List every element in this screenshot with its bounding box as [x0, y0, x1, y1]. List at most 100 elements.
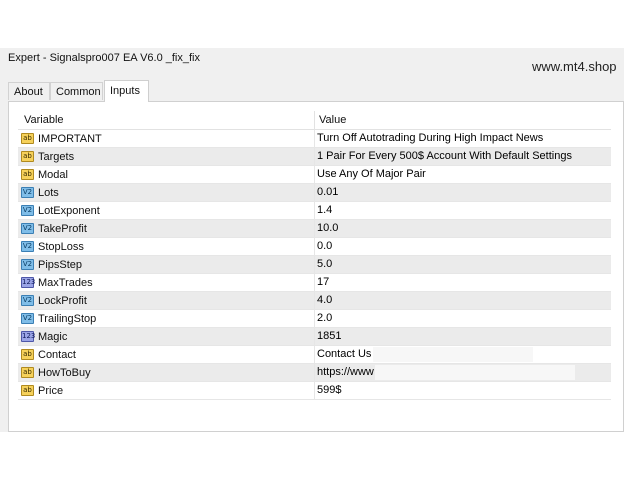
- table-header: Variable Value: [18, 111, 611, 130]
- table-row[interactable]: V2 Lots 0.01: [18, 184, 611, 202]
- variable-cell[interactable]: ab Contact: [18, 346, 315, 363]
- double-param-icon: V2: [21, 241, 34, 252]
- variable-cell[interactable]: ab Modal: [18, 166, 315, 183]
- variable-name: Modal: [38, 168, 68, 181]
- table-row[interactable]: V2 TakeProfit 10.0: [18, 220, 611, 238]
- value-text: Contact Us: [317, 348, 372, 360]
- variable-cell[interactable]: ab HowToBuy: [18, 364, 315, 381]
- double-param-icon: V2: [21, 223, 34, 234]
- table-row[interactable]: V2 StopLoss 0.0: [18, 238, 611, 256]
- value-text: 599$: [317, 384, 342, 396]
- value-cell[interactable]: 0.01: [315, 184, 611, 201]
- table-row[interactable]: 123 Magic 1851: [18, 328, 611, 346]
- value-text: 2.0: [317, 312, 333, 324]
- variable-cell[interactable]: V2 TakeProfit: [18, 220, 315, 237]
- double-param-icon: V2: [21, 205, 34, 216]
- string-param-icon: ab: [21, 367, 34, 378]
- table-body: ab IMPORTANT Turn Off Autotrading During H…: [18, 130, 611, 400]
- expert-properties-window: Expert - Signalspro007 EA V6.0 _fix_fix …: [0, 48, 624, 432]
- double-param-icon: V2: [21, 259, 34, 270]
- table-row[interactable]: ab Modal Use Any Of Major Pair: [18, 166, 611, 184]
- variable-name: Targets: [38, 150, 75, 163]
- string-param-icon: ab: [21, 349, 34, 360]
- value-cell[interactable]: 17: [315, 274, 611, 291]
- table-row[interactable]: V2 PipsStep 5.0: [18, 256, 611, 274]
- table-row[interactable]: ab HowToBuy https://www: [18, 364, 611, 382]
- variable-name: Contact: [38, 348, 76, 361]
- value-cell[interactable]: 599$: [315, 382, 611, 399]
- page-background: [0, 0, 640, 48]
- string-param-icon: ab: [21, 385, 34, 396]
- value-text: 1.4: [317, 204, 333, 216]
- table-row[interactable]: V2 TrailingStop 2.0: [18, 310, 611, 328]
- double-param-icon: V2: [21, 187, 34, 198]
- value-cell[interactable]: 10.0: [315, 220, 611, 237]
- value-text: https://www: [317, 366, 374, 378]
- table-row[interactable]: ab IMPORTANT Turn Off Autotrading During H…: [18, 130, 611, 148]
- value-cell[interactable]: 1.4: [315, 202, 611, 219]
- variable-name: LotExponent: [38, 204, 100, 217]
- variable-name: StopLoss: [38, 240, 84, 253]
- string-param-icon: ab: [21, 133, 34, 144]
- table-row[interactable]: V2 LotExponent 1.4: [18, 202, 611, 220]
- tab-about[interactable]: About: [8, 82, 50, 100]
- variable-name: MaxTrades: [38, 276, 93, 289]
- value-text: 0.0: [317, 240, 333, 252]
- window-title: Expert - Signalspro007 EA V6.0 _fix_fix: [8, 52, 200, 64]
- variable-cell[interactable]: 123 Magic: [18, 328, 315, 345]
- table-row[interactable]: ab Price 599$: [18, 382, 611, 400]
- variable-cell[interactable]: V2 LockProfit: [18, 292, 315, 309]
- value-text: 1851: [317, 330, 342, 342]
- value-text: Use Any Of Major Pair: [317, 168, 426, 180]
- variable-cell[interactable]: ab Targets: [18, 148, 315, 165]
- inputs-panel: Variable Value ab IMPORTANT Turn Off Autot…: [8, 101, 624, 432]
- variable-name: TakeProfit: [38, 222, 87, 235]
- tab-inputs[interactable]: Inputs: [104, 80, 149, 102]
- variable-cell[interactable]: ab Price: [18, 382, 315, 399]
- string-param-icon: ab: [21, 169, 34, 180]
- integer-param-icon: 123: [21, 331, 36, 342]
- double-param-icon: V2: [21, 295, 34, 306]
- value-text: 5.0: [317, 258, 333, 270]
- tab-common[interactable]: Common: [50, 82, 103, 100]
- column-header-value[interactable]: Value: [315, 111, 346, 129]
- table-row[interactable]: 123 MaxTrades 17: [18, 274, 611, 292]
- inputs-table: Variable Value ab IMPORTANT Turn Off Autot…: [18, 111, 611, 400]
- variable-cell[interactable]: V2 PipsStep: [18, 256, 315, 273]
- variable-name: IMPORTANT: [38, 132, 102, 145]
- variable-cell[interactable]: V2 StopLoss: [18, 238, 315, 255]
- value-text: 4.0: [317, 294, 333, 306]
- string-param-icon: ab: [21, 151, 34, 162]
- table-row[interactable]: ab Targets 1 Pair For Every 500$ Account W…: [18, 148, 611, 166]
- value-cell[interactable]: Contact Us: [315, 346, 611, 363]
- integer-param-icon: 123: [21, 277, 36, 288]
- value-text: 0.01: [317, 186, 339, 198]
- redacted-area: [375, 365, 575, 380]
- variable-name: TrailingStop: [38, 312, 97, 325]
- variable-cell[interactable]: V2 TrailingStop: [18, 310, 315, 327]
- column-header-variable[interactable]: Variable: [18, 111, 315, 129]
- value-cell[interactable]: https://www: [315, 364, 611, 381]
- value-cell[interactable]: 1851: [315, 328, 611, 345]
- variable-name: Price: [38, 384, 64, 397]
- value-cell[interactable]: 1 Pair For Every 500$ Account With Defau…: [315, 148, 611, 165]
- value-text: Turn Off Autotrading During High Impact …: [317, 132, 544, 144]
- variable-name: HowToBuy: [38, 366, 91, 379]
- value-cell[interactable]: 5.0: [315, 256, 611, 273]
- watermark-text: www.mt4.shop: [532, 59, 617, 74]
- table-row[interactable]: ab Contact Contact Us: [18, 346, 611, 364]
- variable-cell[interactable]: V2 LotExponent: [18, 202, 315, 219]
- redacted-area: [373, 347, 533, 362]
- variable-cell[interactable]: ab IMPORTANT: [18, 130, 315, 147]
- value-cell[interactable]: 2.0: [315, 310, 611, 327]
- variable-cell[interactable]: 123 MaxTrades: [18, 274, 315, 291]
- variable-name: Lots: [38, 186, 59, 199]
- variable-cell[interactable]: V2 Lots: [18, 184, 315, 201]
- value-cell[interactable]: Use Any Of Major Pair: [315, 166, 611, 183]
- table-row[interactable]: V2 LockProfit 4.0: [18, 292, 611, 310]
- value-cell[interactable]: Turn Off Autotrading During High Impact …: [315, 130, 611, 147]
- value-text: 1 Pair For Every 500$ Account With Defau…: [317, 150, 572, 162]
- value-cell[interactable]: 0.0: [315, 238, 611, 255]
- value-cell[interactable]: 4.0: [315, 292, 611, 309]
- double-param-icon: V2: [21, 313, 34, 324]
